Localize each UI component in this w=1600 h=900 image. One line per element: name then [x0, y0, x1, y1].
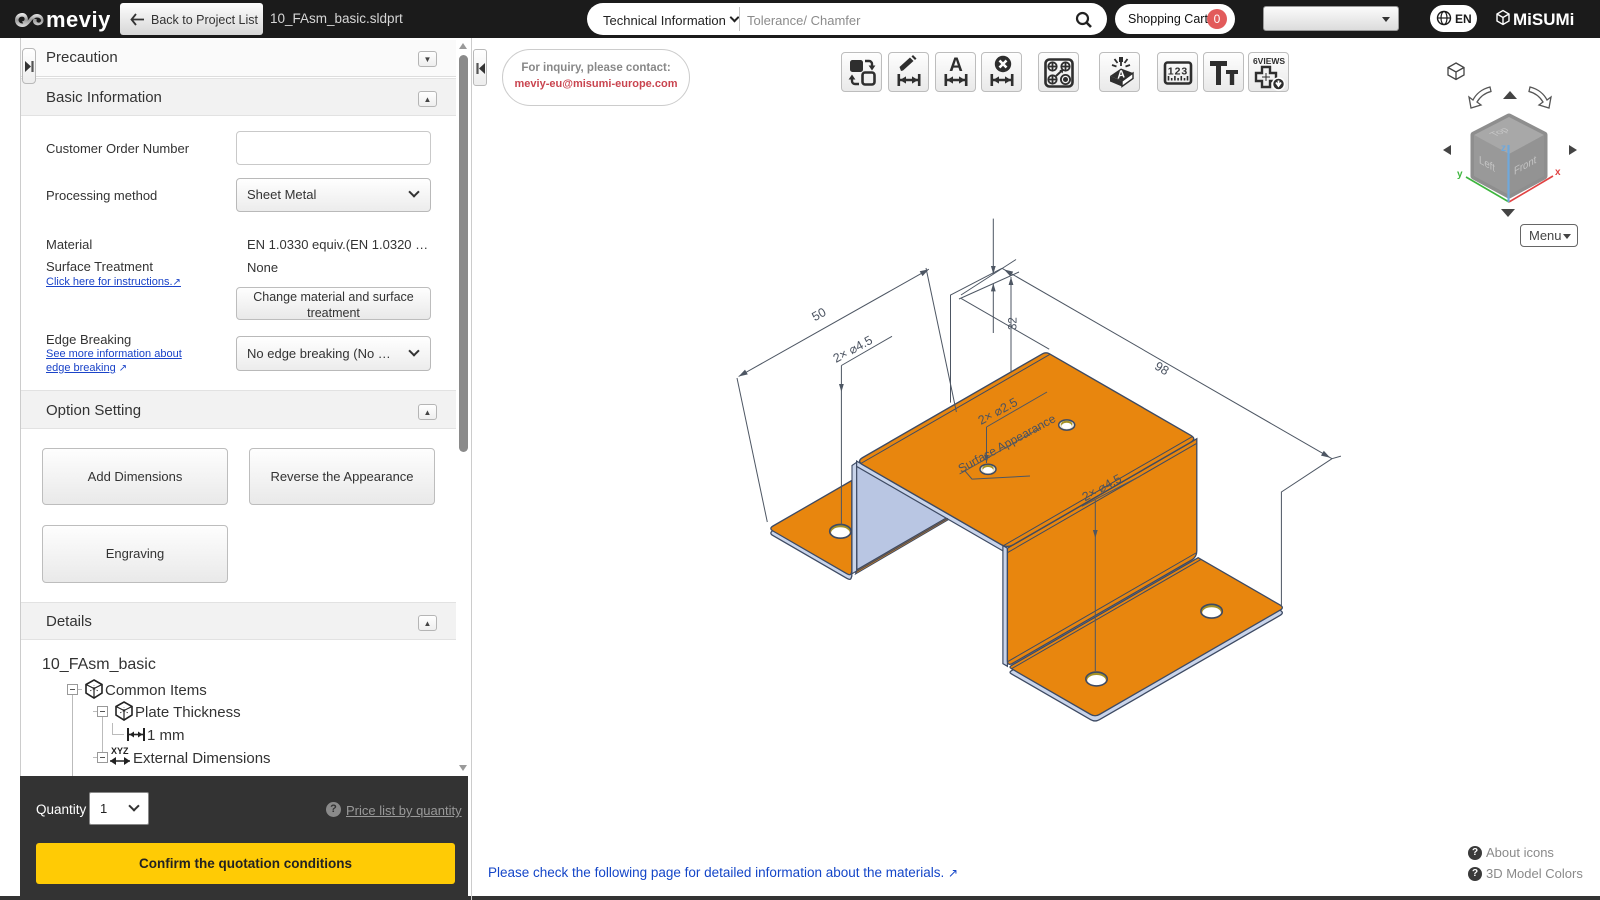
svg-text:98: 98 [1152, 359, 1171, 378]
svg-text:32: 32 [1008, 317, 1020, 330]
svg-text:50: 50 [810, 305, 829, 324]
svg-text:2× ⌀4.5: 2× ⌀4.5 [831, 333, 875, 366]
